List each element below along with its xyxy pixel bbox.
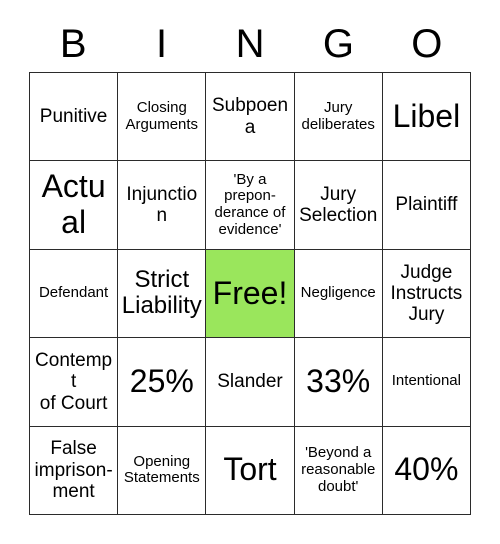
bingo-cell[interactable]: Intentional [382, 338, 471, 427]
bingo-cell[interactable]: Tort [206, 426, 295, 515]
bingo-cell[interactable]: Judge Instructs Jury [382, 249, 471, 339]
bingo-header-letter-g: G [322, 22, 354, 66]
bingo-cell-label: Strict Liability [121, 265, 202, 320]
bingo-cell-label: Libel [392, 97, 461, 134]
bingo-free-space-cell[interactable]: Free! [206, 249, 295, 339]
bingo-header-row: B I N G O [29, 16, 471, 72]
bingo-cell[interactable]: Subpoena [206, 73, 295, 162]
bingo-cell-label: Actual [41, 168, 106, 241]
bingo-cell-label: Tort [223, 451, 277, 488]
bingo-header-letter-n: N [235, 22, 265, 66]
bingo-cell[interactable]: Closing Arguments [118, 73, 207, 162]
bingo-header-letter-b: B [59, 22, 87, 66]
bingo-cell-label: False imprison- ment [34, 438, 113, 502]
bingo-cell-label: 'By a prepon- derance of evidence' [214, 170, 286, 238]
bingo-cell-label: Opening Statements [123, 452, 200, 487]
bingo-cell-label: 'Beyond a reasonable doubt' [301, 444, 376, 495]
bingo-cell[interactable]: False imprison- ment [30, 426, 119, 515]
bingo-cell-label: Judge Instructs Jury [390, 261, 463, 326]
bingo-cell[interactable]: 40% [382, 426, 471, 515]
bingo-cell[interactable]: 33% [294, 338, 383, 427]
bingo-cell-label: Slander [217, 371, 283, 393]
bingo-cell-label: Jury deliberates [301, 98, 375, 133]
bingo-cell-label: Closing Arguments [125, 98, 199, 133]
bingo-cell-label: Subpoena [211, 95, 289, 138]
bingo-cell-label: Punitive [39, 106, 108, 128]
bingo-grid: Punitive Closing Arguments Subpoena Jury de… [29, 72, 471, 515]
bingo-cell[interactable]: Jury Selection [294, 161, 383, 250]
bingo-cell[interactable]: Contempt of Court [30, 338, 119, 427]
bingo-cell[interactable]: Injunction [118, 161, 207, 250]
bingo-header-letter-i: I [156, 22, 168, 66]
bingo-cell-label: Injunction [126, 183, 198, 227]
bingo-cell[interactable]: 25% [118, 338, 207, 427]
bingo-cell[interactable]: Opening Statements [118, 426, 207, 515]
bingo-cell[interactable]: Slander [206, 338, 295, 427]
bingo-cell[interactable]: Defendant [30, 249, 119, 339]
bingo-cell-label: Intentional [391, 372, 461, 390]
bingo-cell-label: Defendant [38, 284, 109, 302]
bingo-cell-label: Negligence [300, 284, 376, 302]
bingo-cell[interactable]: Strict Liability [118, 249, 207, 339]
bingo-cell[interactable]: 'Beyond a reasonable doubt' [294, 426, 383, 515]
bingo-cell-label: 40% [394, 451, 459, 488]
bingo-cell[interactable]: Jury deliberates [294, 73, 383, 162]
bingo-cell[interactable]: Actual [30, 161, 119, 250]
bingo-cell[interactable]: Negligence [294, 249, 383, 339]
bingo-cell[interactable]: Libel [382, 73, 471, 162]
bingo-card: B I N G O Punitive Closing Arguments Subpo… [0, 0, 500, 544]
bingo-cell-label: Free! [212, 274, 288, 311]
bingo-cell-label: Contempt of Court [35, 349, 113, 414]
bingo-cell-label: Plaintiff [395, 194, 458, 216]
bingo-cell-label: Jury Selection [299, 183, 378, 227]
bingo-cell[interactable]: Punitive [30, 73, 119, 162]
bingo-cell-label: 25% [129, 362, 194, 399]
bingo-cell[interactable]: Plaintiff [382, 161, 471, 250]
bingo-cell[interactable]: 'By a prepon- derance of evidence' [206, 161, 295, 250]
bingo-header-letter-o: O [411, 22, 443, 66]
bingo-cell-label: 33% [306, 362, 371, 399]
